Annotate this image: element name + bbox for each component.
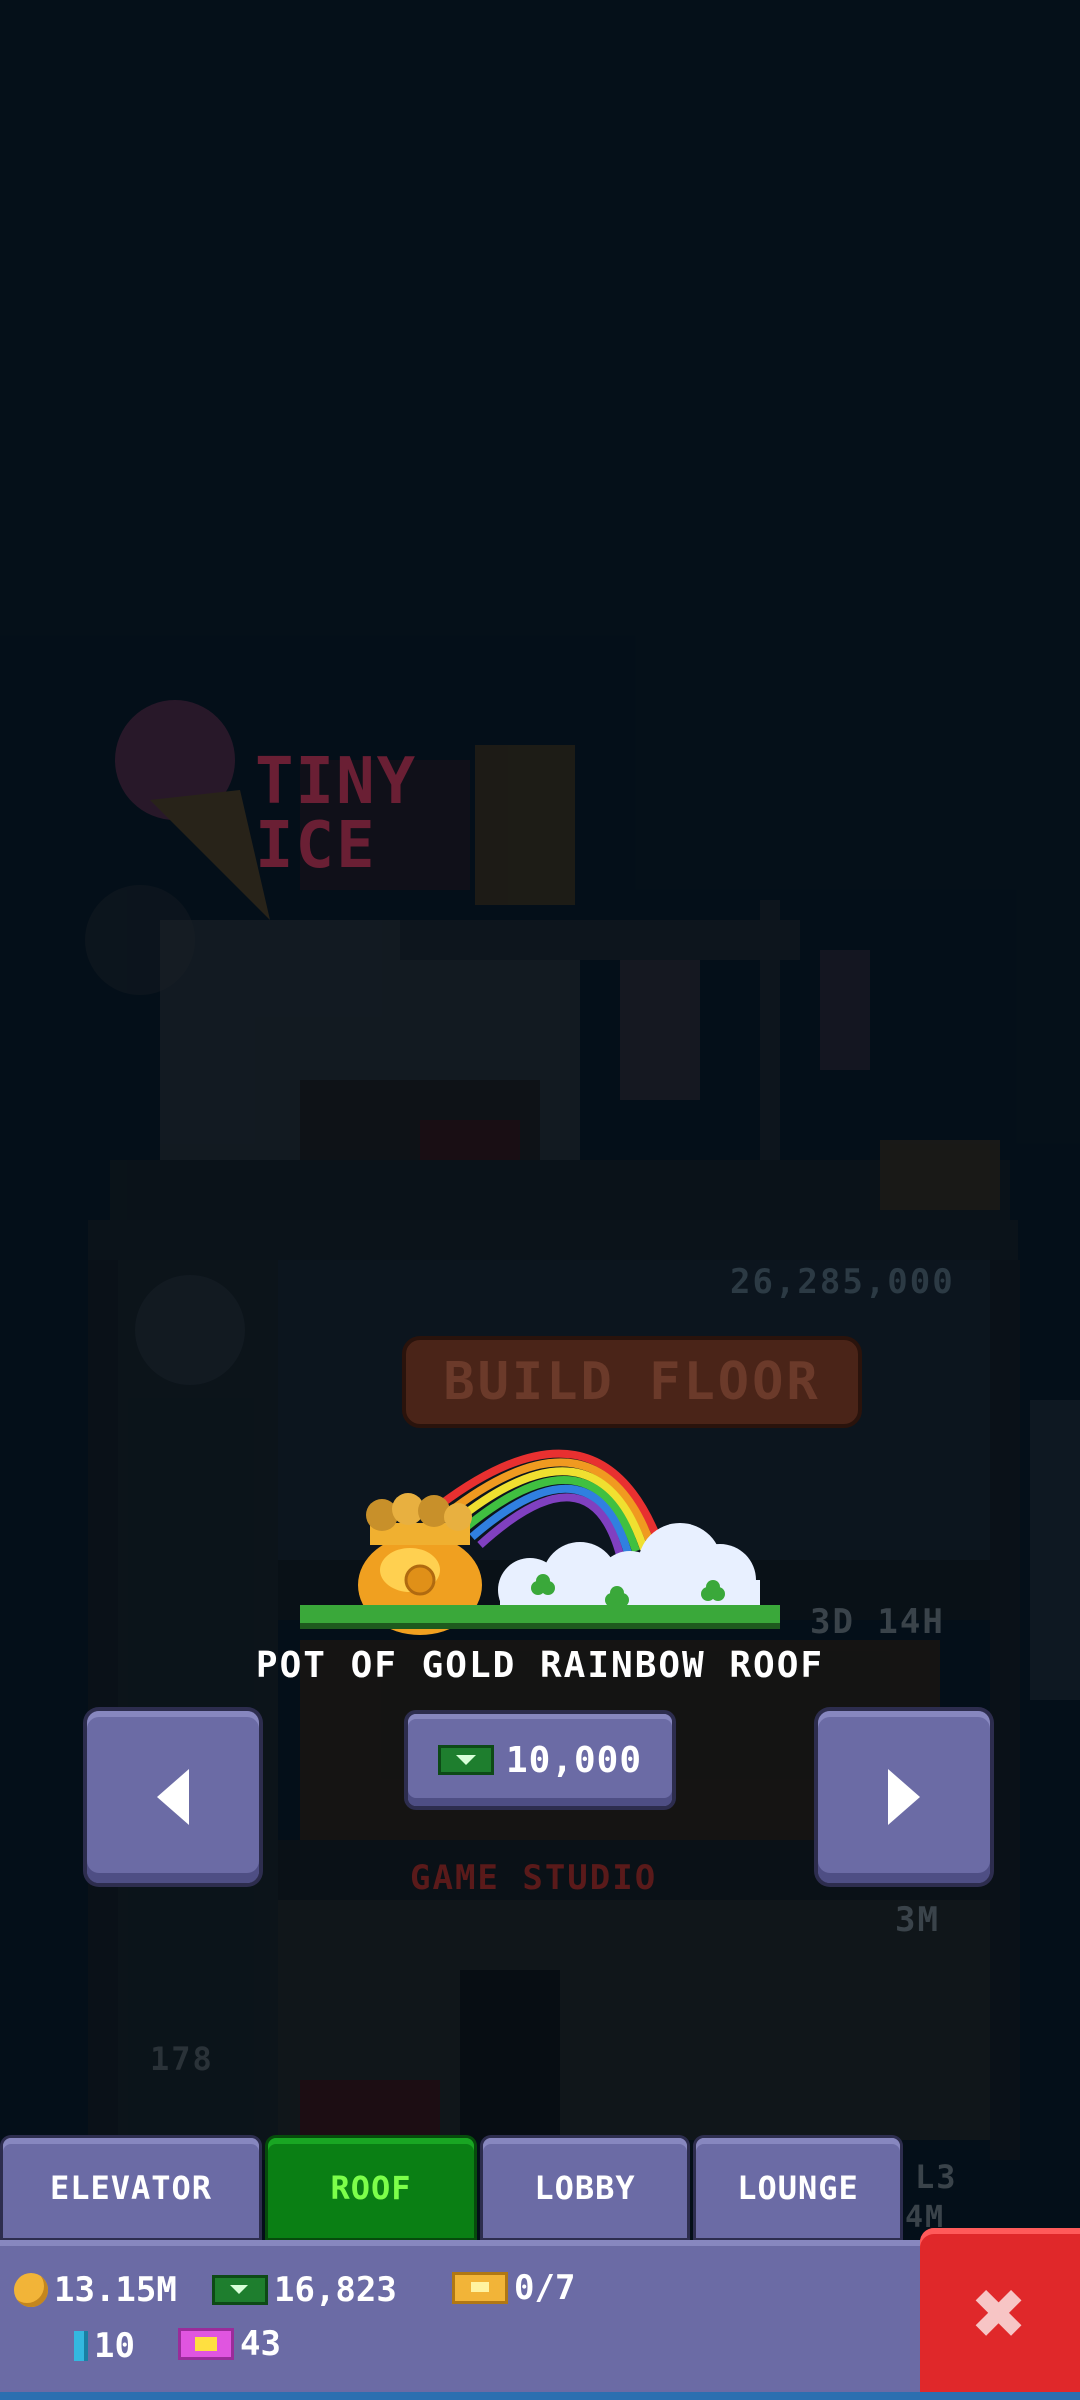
floor-number: 178	[150, 2040, 214, 2078]
bux-icon	[437, 1745, 494, 1775]
floor-timer: 3D 14H	[810, 1602, 945, 1642]
keys-value: 10	[94, 2326, 135, 2366]
bux-value: 16,823	[274, 2270, 397, 2310]
coins-stat: 13.15M	[14, 2270, 177, 2310]
tickets-stat: 0/7	[452, 2268, 575, 2308]
close-button[interactable]: ✖	[920, 2228, 1080, 2400]
coins-value: 13.15M	[54, 2270, 177, 2310]
previous-item-button[interactable]	[87, 1711, 259, 1883]
vip-icon	[178, 2328, 234, 2360]
close-icon: ✖	[972, 2261, 1028, 2366]
bux-stat: 16,823	[212, 2270, 397, 2310]
rainbow-icon	[437, 1449, 664, 1557]
tickets-value: 0/7	[514, 2268, 576, 2308]
vip-value: 43	[240, 2324, 281, 2364]
arrow-right-icon	[888, 1769, 920, 1825]
item-title: POT OF GOLD RAINBOW ROOF	[255, 1645, 825, 1686]
ticket-icon	[452, 2272, 508, 2304]
key-icon	[74, 2331, 88, 2361]
tab-roof[interactable]: ROOF	[268, 2138, 474, 2238]
coin-icon	[14, 2273, 48, 2307]
vip-stat: 43	[178, 2324, 281, 2364]
building-value: 26,285,000	[730, 1262, 955, 1302]
buy-price-button[interactable]: 10,000	[408, 1714, 672, 1806]
ice-cream-sign-text: TINY ICE	[255, 745, 418, 883]
tab-lobby[interactable]: LOBBY	[483, 2138, 687, 2238]
arrow-left-icon	[157, 1769, 189, 1825]
price-label: 10,000	[505, 1739, 643, 1781]
keys-stat: 10	[74, 2326, 135, 2366]
bux-icon	[212, 2275, 268, 2305]
floor-name: GAME STUDIO	[410, 1858, 658, 1898]
roof-preview-image	[300, 1449, 780, 1635]
tab-lounge[interactable]: LOUNGE	[696, 2138, 900, 2238]
tab-elevator[interactable]: ELEVATOR	[3, 2138, 259, 2238]
category-tabs: ELEVATOR ROOF LOBBY LOUNGE	[0, 2136, 1080, 2244]
bottom-strip	[0, 2392, 1080, 2400]
next-item-button[interactable]	[818, 1711, 990, 1883]
status-bar: 13.15M 16,823 0/7 10 43	[0, 2240, 930, 2400]
floor-earn: 3M	[895, 1900, 940, 1940]
